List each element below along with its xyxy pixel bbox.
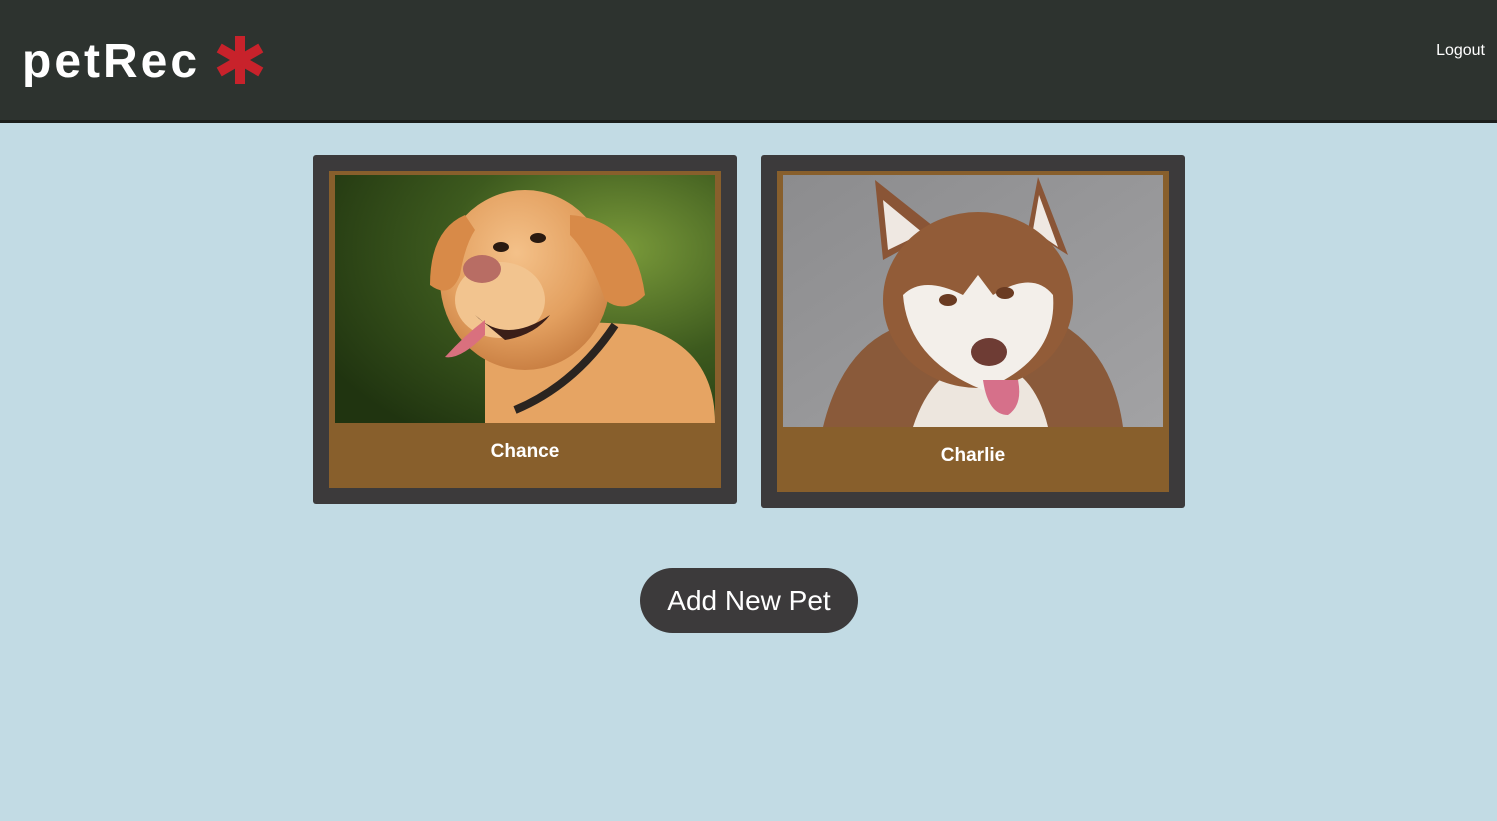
brand-name: petRec (22, 35, 201, 88)
pet-card[interactable]: Chance (313, 155, 737, 504)
pet-name: Chance (490, 441, 560, 462)
husky-photo (783, 175, 1163, 427)
top-nav-bar: petRec Logout (0, 0, 1497, 123)
logout-link[interactable]: Logout (1436, 42, 1485, 60)
pet-name: Charlie (940, 445, 1006, 466)
asterisk-icon (216, 36, 264, 84)
pet-card-body: Charlie (777, 171, 1169, 492)
pet-card[interactable]: Charlie (761, 155, 1185, 508)
add-new-pet-button[interactable]: Add New Pet (640, 568, 858, 633)
pet-card-body: Chance (329, 171, 721, 488)
brand-logo[interactable]: petRec (22, 35, 266, 88)
golden-retriever-photo (335, 175, 715, 423)
